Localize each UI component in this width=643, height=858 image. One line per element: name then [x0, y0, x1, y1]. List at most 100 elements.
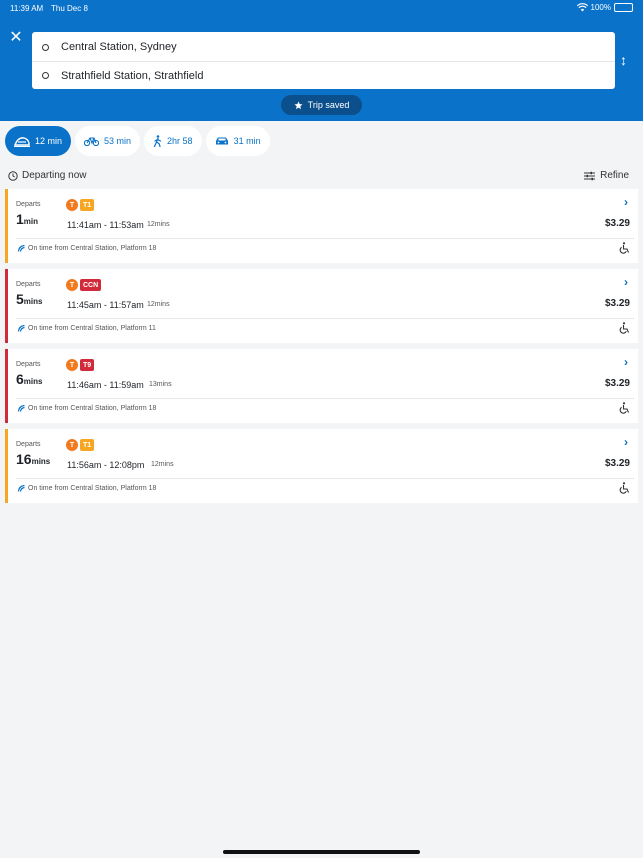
trip-duration: 13mins — [149, 381, 172, 388]
departs-value: 5mins — [16, 291, 42, 307]
refine-label: Refine — [600, 170, 629, 181]
status-date: Thu Dec 8 — [51, 4, 88, 13]
tab-bicycle[interactable]: 53 min — [75, 126, 141, 156]
tab-bicycle-label: 53 min — [104, 136, 132, 146]
battery-percent: 100% — [590, 3, 611, 12]
status-bar: 11:39 AM Thu Dec 8 100% — [0, 0, 643, 16]
clock-icon — [8, 170, 18, 181]
realtime-icon — [18, 245, 25, 252]
wheelchair-icon — [619, 402, 630, 414]
transport-mode-tabs: 12 min 53 min 2hr 58 31 min — [5, 126, 270, 156]
trip-duration: 12mins — [147, 301, 170, 308]
trip-card[interactable]: Departs 5mins T CCN 11:45am - 11:57am 12… — [5, 269, 638, 343]
train-mode-badge: T — [66, 279, 78, 291]
origin-field[interactable]: Central Station, Sydney — [32, 33, 615, 61]
chevron-right-icon[interactable]: › — [624, 195, 628, 209]
destination-field[interactable]: Strathfield Station, Strathfield — [32, 61, 615, 89]
departs-unit: mins — [23, 297, 43, 306]
line-badge: CCN — [80, 279, 102, 291]
tab-walk-label: 2hr 58 — [167, 136, 193, 146]
departs-value: 1min — [16, 211, 38, 227]
walk-icon — [153, 135, 162, 147]
trip-price: $3.29 — [604, 458, 630, 469]
trip-status: On time from Central Station, Platform 1… — [18, 485, 156, 492]
wheelchair-icon — [619, 242, 630, 254]
car-icon — [215, 137, 228, 145]
star-icon — [294, 100, 303, 109]
departs-number: 6 — [16, 371, 24, 387]
line-badges: T T9 — [66, 359, 95, 371]
close-icon[interactable]: ✕ — [8, 30, 24, 46]
train-mode-badge: T — [66, 439, 78, 451]
origin-text: Central Station, Sydney — [61, 41, 177, 53]
line-badges: T CCN — [66, 279, 102, 291]
trip-status: On time from Central Station, Platform 1… — [18, 245, 156, 252]
trip-saved-label: Trip saved — [307, 100, 350, 110]
line-badges: T T1 — [66, 439, 95, 451]
status-time: 11:39 AM — [10, 4, 44, 13]
departing-now-selector[interactable]: Departing now — [8, 170, 86, 181]
trip-status-text: On time from Central Station, Platform 1… — [28, 325, 156, 332]
departs-number: 16 — [16, 451, 32, 467]
line-badge: T9 — [80, 359, 95, 371]
trip-status-text: On time from Central Station, Platform 1… — [28, 405, 157, 412]
departing-now-label: Departing now — [22, 170, 87, 181]
divider — [16, 238, 634, 239]
trip-card[interactable]: Departs 16mins T T1 11:56am - 12:08pm 12… — [5, 429, 638, 503]
realtime-icon — [18, 325, 25, 332]
divider — [16, 478, 634, 479]
realtime-icon — [18, 405, 25, 412]
departs-value: 6mins — [16, 371, 42, 387]
departs-label: Departs — [16, 441, 41, 448]
wifi-icon — [576, 3, 588, 12]
train-mode-badge: T — [66, 359, 78, 371]
refine-button[interactable]: Refine — [584, 170, 629, 181]
trip-duration: 12mins — [151, 461, 174, 468]
train-mode-badge: T — [66, 199, 78, 211]
train-icon — [14, 136, 30, 147]
trip-status: On time from Central Station, Platform 1… — [18, 325, 156, 332]
departs-unit: mins — [23, 377, 43, 386]
destination-text: Strathfield Station, Strathfield — [61, 69, 204, 82]
departs-label: Departs — [16, 361, 41, 368]
swap-icon[interactable]: ↕ — [620, 52, 627, 68]
header: 11:39 AM Thu Dec 8 100% ✕ Central Statio… — [0, 0, 643, 121]
destination-dot-icon — [42, 72, 49, 79]
tab-car-label: 31 min — [233, 136, 261, 146]
tab-car[interactable]: 31 min — [205, 126, 270, 156]
departs-label: Departs — [16, 281, 41, 288]
trip-price: $3.29 — [604, 218, 630, 229]
trip-times: 11:46am - 11:59am — [67, 380, 144, 390]
tab-train-label: 12 min — [35, 136, 63, 146]
trip-times: 11:45am - 11:57am — [67, 300, 144, 310]
bicycle-icon — [84, 137, 100, 146]
realtime-icon — [18, 485, 25, 492]
trip-card[interactable]: Departs 6mins T T9 11:46am - 11:59am 13m… — [5, 349, 638, 423]
trip-card[interactable]: Departs 1min T T1 11:41am - 11:53am 12mi… — [5, 189, 638, 263]
line-badge: T1 — [80, 439, 95, 451]
chevron-right-icon[interactable]: › — [624, 355, 628, 369]
trip-saved-button[interactable]: Trip saved — [281, 95, 362, 115]
trip-duration: 12mins — [147, 221, 170, 228]
trip-status-text: On time from Central Station, Platform 1… — [28, 245, 157, 252]
trip-status-text: On time from Central Station, Platform 1… — [28, 485, 157, 492]
status-right: 100% — [576, 3, 633, 12]
departs-number: 5 — [16, 291, 24, 307]
chevron-right-icon[interactable]: › — [624, 275, 628, 289]
departs-label: Departs — [16, 201, 41, 208]
line-badges: T T1 — [66, 199, 95, 211]
trip-status: On time from Central Station, Platform 1… — [18, 405, 156, 412]
divider — [16, 318, 634, 319]
trip-price: $3.29 — [604, 378, 630, 389]
sliders-icon — [584, 171, 596, 180]
origin-dot-icon — [42, 43, 49, 51]
tab-walk[interactable]: 2hr 58 — [144, 126, 202, 156]
departs-unit: min — [23, 217, 39, 226]
trip-search-box: Central Station, Sydney Strathfield Stat… — [32, 32, 615, 89]
home-indicator[interactable] — [223, 850, 420, 854]
chevron-right-icon[interactable]: › — [624, 435, 628, 449]
tab-train[interactable]: 12 min — [5, 126, 72, 156]
trip-price: $3.29 — [604, 298, 630, 309]
wheelchair-icon — [619, 322, 630, 334]
departs-value: 16mins — [16, 451, 50, 467]
